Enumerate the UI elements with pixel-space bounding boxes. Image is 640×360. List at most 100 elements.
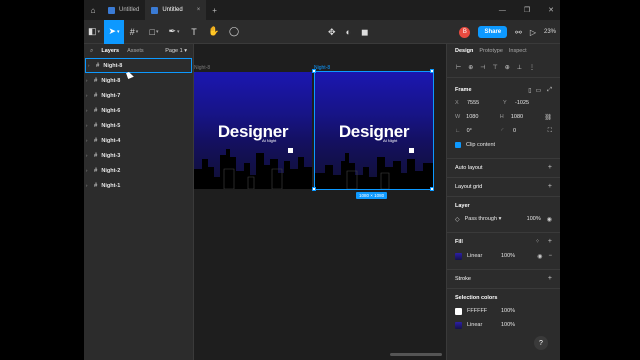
move-tool-icon[interactable]: ➤ ▾ (104, 19, 124, 44)
resize-handle[interactable] (312, 187, 316, 191)
close-tab-icon[interactable]: × (197, 7, 201, 13)
zoom-level[interactable]: 23% (544, 29, 556, 35)
color-swatch[interactable] (455, 307, 462, 315)
color-swatch[interactable] (455, 321, 462, 329)
expand-caret-icon[interactable]: › (86, 123, 90, 128)
add-fill-icon[interactable]: + (548, 238, 552, 245)
tab-untitled-1[interactable]: Untitled (102, 0, 145, 20)
minimize-icon[interactable]: — (499, 7, 506, 14)
resize-handle[interactable] (312, 69, 316, 73)
color-value[interactable]: FFFFFF (467, 308, 501, 314)
landscape-icon[interactable]: ▭ (536, 87, 542, 94)
color-value[interactable]: Linear (467, 322, 501, 328)
stroke-title[interactable]: Stroke (455, 276, 471, 282)
color-opacity[interactable]: 100% (501, 308, 515, 314)
eye-icon[interactable]: ◉ (547, 216, 552, 223)
maximize-icon[interactable]: ❐ (524, 6, 530, 14)
y-field[interactable]: -1025 (515, 100, 551, 106)
layer-item[interactable]: › # Night-4 (84, 133, 193, 148)
expand-caret-icon[interactable]: › (88, 63, 92, 68)
add-stroke-icon[interactable]: + (548, 275, 552, 282)
component-icon[interactable]: ✥ (328, 27, 336, 38)
page-selector[interactable]: Page 1 ▾ (165, 48, 187, 54)
remove-fill-icon[interactable]: − (548, 253, 552, 259)
w-field[interactable]: 1080 (466, 114, 500, 120)
layout-grid-title[interactable]: Layout grid (455, 184, 482, 190)
frame-label[interactable]: Night-8 (194, 65, 210, 71)
h-field[interactable]: 1080 (511, 114, 545, 120)
tab-assets[interactable]: Assets (127, 48, 144, 54)
independent-corners-icon[interactable]: ⛶ (548, 128, 552, 135)
horizontal-scrollbar[interactable] (390, 353, 442, 356)
expand-caret-icon[interactable]: › (86, 78, 90, 83)
artboard-frame[interactable]: Designer At Night (194, 72, 312, 189)
boolean-icon[interactable]: ◼ (361, 27, 368, 38)
comment-tool-icon[interactable]: ◯ (224, 20, 244, 44)
main-menu-icon[interactable]: ◧ ▾ (84, 20, 104, 44)
distribute-icon[interactable]: ⋮ (529, 64, 535, 71)
selection-outline[interactable] (314, 71, 434, 190)
align-center-v-icon[interactable]: ⊕ (505, 64, 510, 71)
frame-tool-icon[interactable]: # ▾ (124, 20, 144, 44)
link-icon[interactable]: ⚯ (515, 28, 522, 37)
avatar[interactable]: B (459, 26, 471, 38)
tab-inspect[interactable]: Inspect (509, 48, 527, 54)
style-grid-icon[interactable]: ⁘ (535, 238, 540, 245)
blend-mode-select[interactable]: Pass through ▾ (465, 216, 502, 222)
tab-layers[interactable]: Layers (101, 48, 119, 54)
color-opacity[interactable]: 100% (501, 322, 515, 328)
tab-design[interactable]: Design (455, 48, 473, 54)
help-button[interactable]: ? (534, 336, 548, 350)
expand-caret-icon[interactable]: › (86, 138, 90, 143)
fill-type[interactable]: Linear (467, 253, 501, 259)
frame-section-title[interactable]: Frame (455, 87, 472, 93)
layer-item[interactable]: › # Night-6 (84, 103, 193, 118)
auto-layout-title[interactable]: Auto layout (455, 165, 483, 171)
share-button[interactable]: Share (478, 26, 508, 38)
resize-to-fit-icon[interactable]: ⤢ (547, 87, 552, 94)
pen-tool-icon[interactable]: ✒ ▾ (164, 20, 184, 44)
add-auto-layout-icon[interactable]: + (548, 164, 552, 171)
align-left-icon[interactable]: ⊢ (456, 64, 461, 71)
layer-item[interactable]: › # Night-1 (84, 178, 193, 193)
add-layout-grid-icon[interactable]: + (548, 183, 552, 190)
x-field[interactable]: 7555 (467, 100, 503, 106)
mask-icon[interactable]: ◐ (346, 27, 351, 37)
clip-content-checkbox[interactable] (455, 142, 461, 148)
shape-tool-icon[interactable]: □ ▾ (144, 20, 164, 44)
portrait-icon[interactable]: ▯ (528, 87, 531, 94)
radius-field[interactable]: 0 (513, 128, 548, 134)
align-bottom-icon[interactable]: ⊥ (517, 64, 522, 71)
constrain-proportions-icon[interactable]: ⛓ (544, 114, 552, 121)
expand-caret-icon[interactable]: › (86, 168, 90, 173)
fill-opacity[interactable]: 100% (501, 253, 515, 259)
expand-caret-icon[interactable]: › (86, 183, 90, 188)
search-icon[interactable]: ⌕ (90, 48, 93, 55)
text-tool-icon[interactable]: T (184, 20, 204, 44)
close-window-icon[interactable]: ✕ (548, 6, 554, 14)
new-tab-button[interactable]: + (206, 6, 223, 15)
resize-handle[interactable] (430, 187, 434, 191)
expand-caret-icon[interactable]: › (86, 153, 90, 158)
align-center-h-icon[interactable]: ⊕ (468, 64, 473, 71)
layer-item[interactable]: › # Night-8 (85, 58, 192, 73)
expand-caret-icon[interactable]: › (86, 93, 90, 98)
present-icon[interactable]: ▷ (530, 28, 536, 37)
layer-item[interactable]: › # Night-3 (84, 148, 193, 163)
layer-item[interactable]: › # Night-7 (84, 88, 193, 103)
eye-icon[interactable]: ◉ (537, 253, 542, 260)
layer-item[interactable]: › # Night-2 (84, 163, 193, 178)
align-top-icon[interactable]: ⊤ (493, 64, 498, 71)
layer-item[interactable]: › # Night-5 (84, 118, 193, 133)
resize-handle[interactable] (430, 69, 434, 73)
fill-swatch[interactable] (455, 252, 462, 260)
tab-untitled-2[interactable]: Untitled × (145, 0, 207, 20)
rotation-field[interactable]: 0° (467, 128, 502, 134)
align-right-icon[interactable]: ⊣ (480, 64, 485, 71)
canvas[interactable]: Night-8 Designer At Night Night-8 Design… (194, 44, 446, 360)
hand-tool-icon[interactable]: ✋ (204, 20, 224, 44)
home-icon[interactable]: ⌂ (84, 0, 102, 20)
layer-item[interactable]: › # Night-8 (84, 73, 193, 88)
expand-caret-icon[interactable]: › (86, 108, 90, 113)
tab-prototype[interactable]: Prototype (479, 48, 503, 54)
